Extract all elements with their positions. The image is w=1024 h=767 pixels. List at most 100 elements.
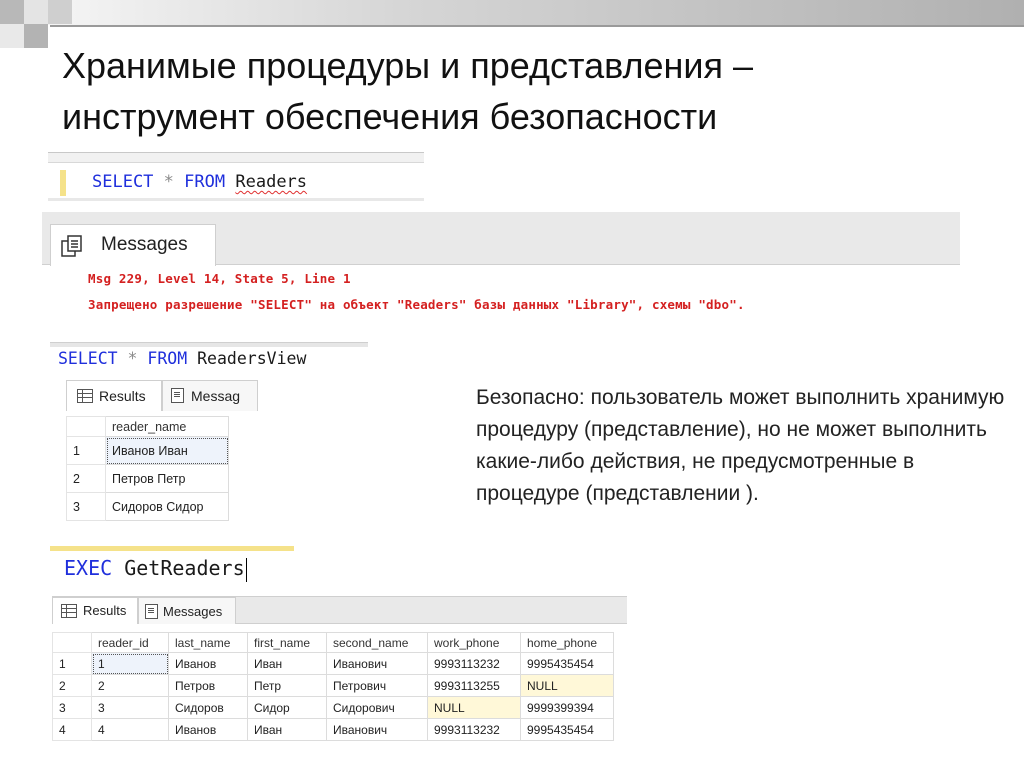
tab-messages[interactable]: Messag: [162, 380, 258, 411]
row-number: 4: [52, 718, 92, 741]
results-pane-procedure: Results Messages reader_id last_name fir…: [52, 596, 627, 744]
title-line-1: Хранимые процедуры и представления –: [62, 45, 753, 86]
table-row[interactable]: 3 3 Сидоров Сидор Сидорович NULL 9999399…: [52, 696, 614, 719]
query-editor-2[interactable]: SELECT * FROM ReadersView: [50, 342, 368, 375]
results-tab-bar: Results Messages: [52, 596, 627, 624]
table-cell[interactable]: Иванов: [168, 652, 248, 675]
text-caret: [245, 557, 247, 582]
table-cell[interactable]: NULL: [427, 696, 521, 719]
slide-header-bar: [0, 0, 1024, 25]
star-token: *: [163, 172, 174, 192]
keyword-select: SELECT: [92, 172, 154, 192]
table-cell[interactable]: 9995435454: [520, 652, 614, 675]
decor-square: [24, 24, 48, 48]
slide-description: Безопасно: пользователь может выполнить …: [476, 386, 1005, 505]
table-cell[interactable]: NULL: [520, 674, 614, 697]
title-line-2: инструмент обеспечения безопасности: [62, 96, 718, 137]
table-cell[interactable]: Иванович: [326, 718, 428, 741]
table-cell[interactable]: 9995435454: [520, 718, 614, 741]
table-cell[interactable]: 9993113232: [427, 718, 521, 741]
query-line: SELECT * FROM ReadersView: [58, 349, 306, 368]
error-line-1: Msg 229, Level 14, State 5, Line 1: [88, 271, 351, 286]
table-cell[interactable]: Петрович: [326, 674, 428, 697]
table-row[interactable]: 1 1 Иванов Иван Иванович 9993113232 9995…: [52, 652, 614, 675]
results-grid: reader_name 1 Иванов Иван 2 Петров Петр …: [66, 416, 229, 521]
tab-messages[interactable]: Messages: [50, 224, 216, 266]
table-cell[interactable]: 9993113255: [427, 674, 521, 697]
star-token: *: [127, 349, 138, 368]
table-cell[interactable]: 1: [91, 652, 169, 675]
messages-icon: [145, 604, 158, 619]
messages-panel: Messages Msg 229, Level 14, State 5, Lin…: [42, 212, 960, 320]
header-row: reader_id last_name first_name second_na…: [52, 632, 614, 653]
column-header[interactable]: reader_id: [91, 632, 169, 653]
table-cell[interactable]: Петр: [247, 674, 327, 697]
table-row[interactable]: 3 Сидоров Сидор: [66, 492, 229, 521]
table-cell[interactable]: 9999399394: [520, 696, 614, 719]
row-number: 2: [52, 674, 92, 697]
procedure-name: GetReaders: [124, 556, 245, 580]
row-number-header: [52, 632, 92, 653]
tab-results[interactable]: Results: [66, 380, 162, 411]
tab-messages-label: Messages: [163, 604, 223, 619]
decor-square: [0, 0, 24, 24]
table-cell[interactable]: Иванович: [326, 652, 428, 675]
editor-top-band: [50, 546, 294, 551]
table-cell[interactable]: 4: [91, 718, 169, 741]
table-cell[interactable]: 9993113232: [427, 652, 521, 675]
table-cell[interactable]: Петров: [168, 674, 248, 697]
query-line: SELECT * FROM Readers: [92, 172, 307, 192]
tab-results[interactable]: Results: [52, 597, 138, 624]
table-cell[interactable]: Иван: [247, 718, 327, 741]
column-header[interactable]: first_name: [247, 632, 327, 653]
table-cell[interactable]: 2: [91, 674, 169, 697]
table-row[interactable]: 4 4 Иванов Иван Иванович 9993113232 9995…: [52, 718, 614, 741]
table-cell[interactable]: Сидор: [247, 696, 327, 719]
keyword-from: FROM: [184, 172, 226, 192]
keyword-select: SELECT: [58, 349, 118, 368]
error-line-2: Запрещено разрешение "SELECT" на объект …: [88, 297, 745, 312]
decor-square: [24, 0, 48, 24]
column-header[interactable]: second_name: [326, 632, 428, 653]
table-row[interactable]: 2 2 Петров Петр Петрович 9993113255 NULL: [52, 674, 614, 697]
query-editor-3[interactable]: EXEC GetReaders: [50, 546, 294, 586]
table-row[interactable]: 1 Иванов Иван: [66, 436, 229, 465]
slide-title: Хранимые процедуры и представления – инс…: [62, 40, 962, 142]
editor-change-marker: [60, 170, 66, 196]
table-cell[interactable]: Сидорович: [326, 696, 428, 719]
row-number-header: [66, 416, 106, 437]
table-cell[interactable]: Сидоров Сидор: [105, 492, 229, 521]
table-cell[interactable]: Иванов: [168, 718, 248, 741]
tab-messages-label: Messag: [191, 388, 241, 404]
editor-top-strip: [48, 152, 424, 163]
editor-bottom-border: [48, 198, 424, 201]
keyword-from: FROM: [147, 349, 188, 368]
table-cell[interactable]: Иван: [247, 652, 327, 675]
table-cell[interactable]: 3: [91, 696, 169, 719]
grid-icon: [61, 604, 77, 618]
column-header[interactable]: last_name: [168, 632, 248, 653]
messages-tab-bar: Messages: [42, 212, 960, 266]
keyword-exec: EXEC: [64, 556, 113, 580]
row-number: 1: [52, 652, 92, 675]
table-cell[interactable]: Иванов Иван: [105, 436, 229, 465]
decor-square: [0, 24, 24, 48]
view-name: ReadersView: [197, 349, 307, 368]
table-cell[interactable]: Петров Петр: [105, 464, 229, 493]
table-cell[interactable]: Сидоров: [168, 696, 248, 719]
column-header[interactable]: reader_name: [105, 416, 229, 437]
messages-icon: [171, 388, 184, 403]
column-header[interactable]: home_phone: [520, 632, 614, 653]
row-number: 3: [52, 696, 92, 719]
table-row[interactable]: 2 Петров Петр: [66, 464, 229, 493]
tab-messages-label: Messages: [101, 234, 188, 255]
tab-messages[interactable]: Messages: [138, 597, 236, 624]
grid-icon: [77, 389, 93, 403]
tab-results-label: Results: [99, 388, 146, 404]
row-number: 3: [66, 492, 106, 521]
decor-square: [48, 0, 72, 24]
tab-results-label: Results: [83, 603, 127, 618]
messages-icon: [61, 235, 82, 257]
column-header[interactable]: work_phone: [427, 632, 521, 653]
query-editor-1[interactable]: SELECT * FROM Readers: [48, 152, 424, 212]
